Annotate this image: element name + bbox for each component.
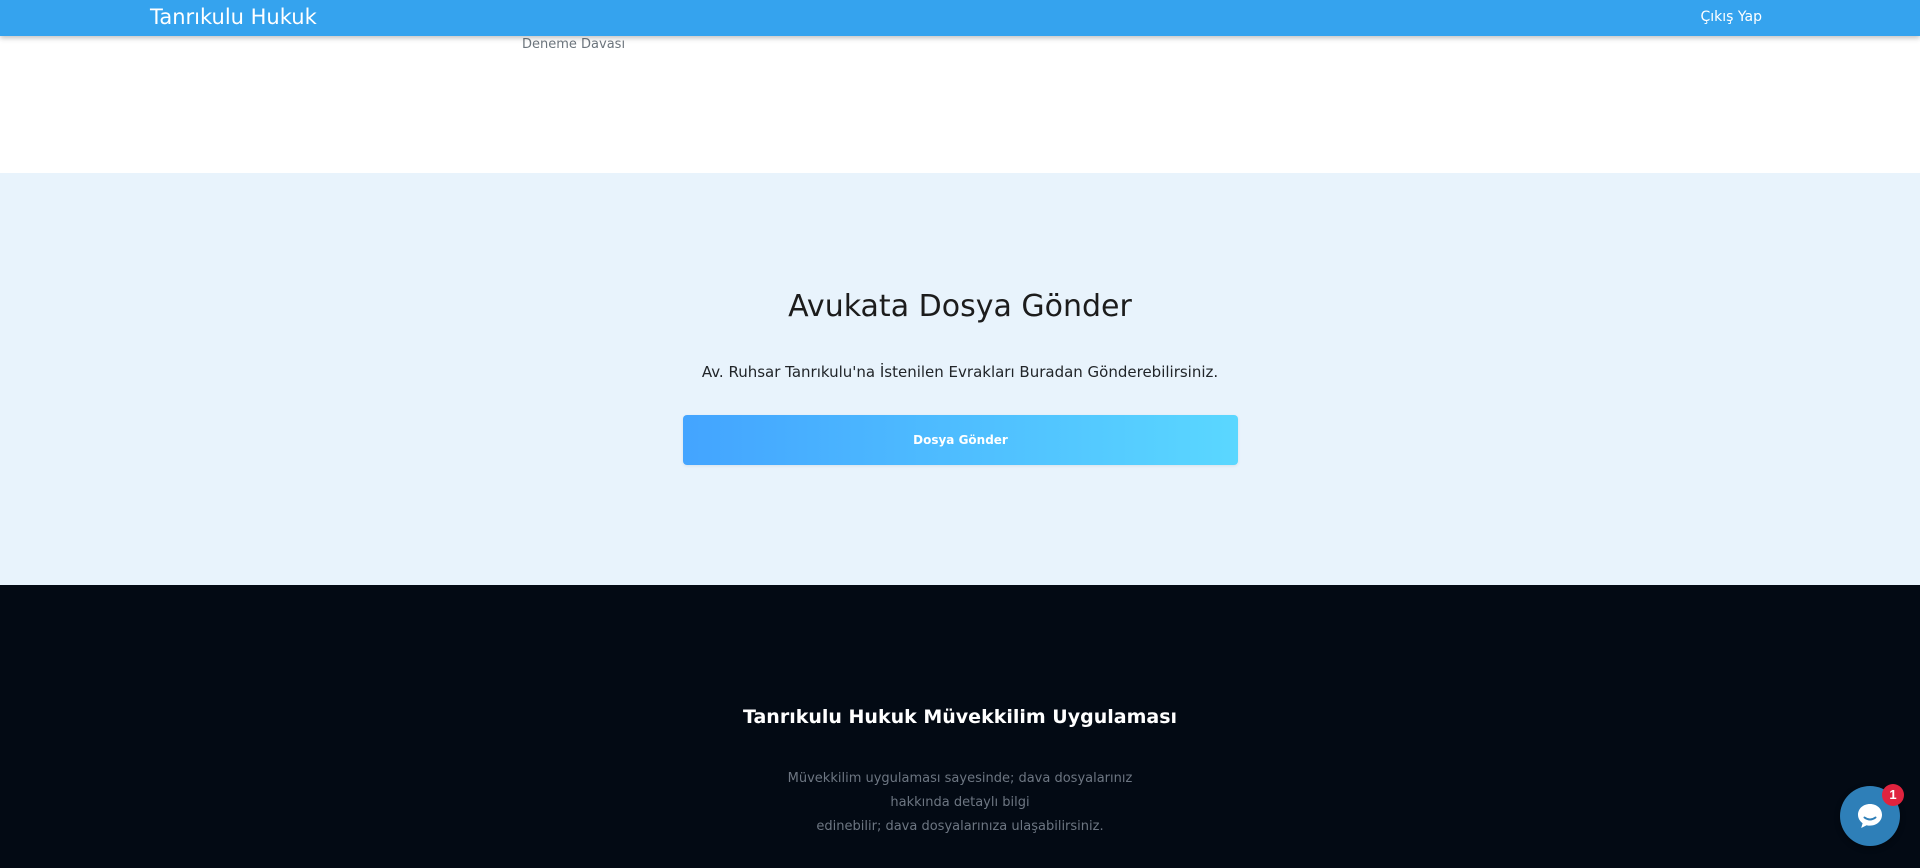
send-file-title: Avukata Dosya Gönder xyxy=(788,289,1132,324)
chat-bubble-icon xyxy=(1858,804,1882,828)
logout-link[interactable]: Çıkış Yap xyxy=(1701,8,1763,26)
footer-description-line1: Müvekkilim uygulaması sayesinde; dava do… xyxy=(787,771,1133,810)
send-file-button[interactable]: Dosya Gönder xyxy=(683,415,1238,465)
footer: Tanrıkulu Hukuk Müvekkilim Uygulaması Mü… xyxy=(0,585,1920,868)
chat-widget-button[interactable]: 1 xyxy=(1840,784,1904,846)
footer-title: Tanrıkulu Hukuk Müvekkilim Uygulaması xyxy=(742,706,1178,728)
cases-section: Deneme Davası xyxy=(0,36,1920,173)
brand-link[interactable]: Tanrıkulu Hukuk xyxy=(150,5,317,29)
send-file-section: Avukata Dosya Gönder Av. Ruhsar Tanrıkul… xyxy=(0,173,1920,585)
send-file-description: Av. Ruhsar Tanrıkulu'na İstenilen Evrakl… xyxy=(701,363,1219,381)
chat-notification-badge: 1 xyxy=(1882,784,1904,806)
footer-description: Müvekkilim uygulaması sayesinde; dava do… xyxy=(760,767,1160,839)
top-navbar: Tanrıkulu Hukuk Çıkış Yap xyxy=(0,0,1920,36)
footer-description-line2: edinebilir; dava dosyalarınıza ulaşabili… xyxy=(816,819,1104,834)
case-item-name[interactable]: Deneme Davası xyxy=(522,37,625,53)
